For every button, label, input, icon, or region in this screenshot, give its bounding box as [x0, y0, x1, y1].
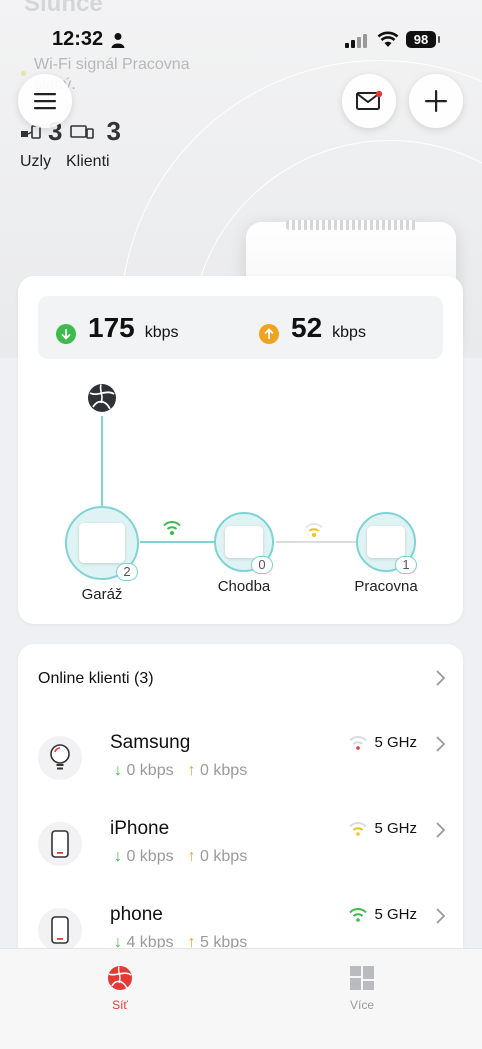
client-band: 5 GHz: [348, 906, 417, 923]
client-rates: ↓ 0 kbps ↑ 0 kbps: [114, 848, 247, 866]
bulb-icon: [38, 736, 82, 780]
client-name: Samsung: [110, 732, 191, 753]
node-client-badge: 2: [116, 563, 138, 581]
grid-icon: [350, 966, 374, 990]
menu-button[interactable]: [18, 74, 72, 128]
topology-card: 175 kbps 52 kbps 2 Garáž 0 Chodba 1 Prac…: [18, 276, 463, 624]
router-device-icon: [79, 523, 125, 563]
wifi-status-icon: [377, 31, 399, 47]
tab-network[interactable]: Síť: [90, 965, 150, 1012]
chevron-right-icon: [436, 908, 445, 924]
client-name: phone: [110, 904, 163, 925]
client-up-rate: ↑ 0 kbps: [187, 762, 248, 779]
tab-network-label: Síť: [112, 998, 128, 1012]
chevron-right-icon: [436, 822, 445, 838]
wifi-medium-yellow-icon: [349, 821, 368, 836]
status-bar: 12:32 98: [0, 28, 482, 52]
clients-count: 3: [106, 116, 121, 146]
online-clients-header[interactable]: Online klienti (3): [18, 644, 463, 712]
wifi-strong-green-icon: [349, 907, 368, 922]
client-row-samsung[interactable]: Samsung ↓ 0 kbps ↑ 0 kbps 5 GHz: [18, 722, 463, 802]
online-clients-title: Online klienti (3): [38, 670, 154, 687]
link-signal-weak-icon: [305, 523, 323, 537]
nodes-label: Uzly: [20, 153, 52, 170]
node-client-badge: 1: [395, 556, 417, 574]
messages-button[interactable]: [342, 74, 396, 128]
chevron-right-icon: [436, 736, 445, 752]
client-rates: ↓ 0 kbps ↑ 0 kbps: [114, 762, 247, 780]
network-title: Slunce: [24, 0, 103, 17]
clients-icon: [70, 124, 95, 139]
network-globe-icon: [108, 966, 132, 990]
client-up-rate: ↑ 0 kbps: [187, 848, 248, 865]
bottom-tab-bar: Síť Více: [0, 948, 482, 1049]
node-label: Chodba: [217, 578, 271, 595]
client-band: 5 GHz: [348, 820, 417, 837]
phone-icon: [38, 908, 82, 952]
hamburger-icon: [34, 93, 56, 110]
tab-more[interactable]: Více: [332, 965, 392, 1012]
client-band: 5 GHz: [348, 734, 417, 751]
chevron-right-icon: [436, 670, 445, 686]
internet-globe-icon[interactable]: [87, 383, 117, 413]
plus-icon: [425, 90, 447, 112]
clock: 12:32: [52, 28, 104, 50]
node-client-badge: 0: [251, 556, 273, 574]
client-down-rate: ↓ 0 kbps: [114, 762, 174, 779]
phone-icon: [38, 822, 82, 866]
person-icon: [111, 33, 125, 48]
mail-icon: [356, 90, 383, 110]
add-button[interactable]: [409, 74, 463, 128]
node-label: Garáž: [81, 586, 123, 603]
clients-card: Online klienti (3) Samsung ↓ 0 kbps ↑ 0 …: [18, 644, 463, 984]
wifi-weak-red-icon: [349, 735, 368, 750]
node-label: Pracovna: [354, 578, 418, 595]
router-device-icon: [225, 526, 263, 558]
clients-label: Klienti: [66, 153, 110, 170]
client-row-iphone[interactable]: iPhone ↓ 0 kbps ↑ 0 kbps 5 GHz: [18, 808, 463, 888]
cellular-signal-icon: [345, 32, 367, 48]
tab-more-label: Více: [349, 998, 374, 1012]
client-name: iPhone: [110, 818, 170, 839]
client-down-rate: ↓ 0 kbps: [114, 848, 174, 865]
link-signal-good-icon: [163, 521, 181, 535]
router-device-icon: [367, 526, 405, 558]
battery-indicator: 98: [406, 31, 440, 48]
